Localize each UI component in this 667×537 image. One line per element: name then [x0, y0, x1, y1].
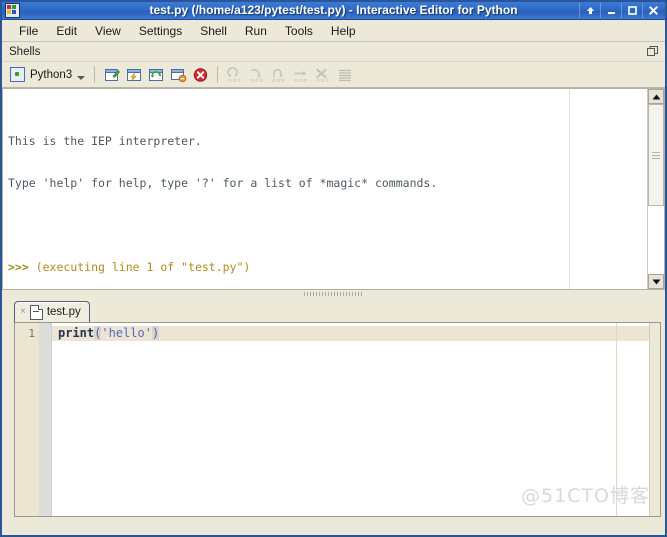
shell-line: This is the IEP interpreter.: [8, 134, 647, 148]
shells-dock: Shells Python3 This is the IEP interpret…: [2, 42, 665, 290]
menu-run[interactable]: Run: [236, 22, 276, 40]
menu-view[interactable]: View: [86, 22, 130, 40]
shell-line: >>> (executing line 1 of "test.py"): [8, 260, 647, 274]
editor-tab-bar: × test.py: [2, 300, 665, 322]
title-bar[interactable]: test.py (/home/a123/pytest/test.py) - In…: [2, 2, 665, 20]
debug-stop-button: [290, 64, 312, 86]
python-shell-icon: [10, 67, 25, 82]
shell-line-text: Type 'help' for help, type '?' for a lis…: [8, 176, 438, 190]
editor-tab-label: test.py: [46, 306, 81, 318]
shell-output-area: This is the IEP interpreter. Type 'help'…: [2, 88, 665, 290]
shell-line-text: (executing line 1 of "test.py"): [35, 260, 251, 274]
editor-right-margin: [649, 323, 660, 516]
window-title: test.py (/home/a123/pytest/test.py) - In…: [149, 3, 518, 17]
close-icon[interactable]: ×: [20, 307, 26, 317]
restart-shell-button[interactable]: [145, 64, 167, 86]
token-close-paren: ): [151, 326, 160, 340]
shell-line-blank: [8, 218, 647, 232]
splitter-grip: [303, 292, 364, 296]
shell-text[interactable]: This is the IEP interpreter. Type 'help'…: [3, 89, 647, 289]
shell-margin-guide: [569, 89, 570, 289]
undock-icon[interactable]: [645, 45, 659, 59]
menu-help[interactable]: Help: [322, 22, 365, 40]
menu-edit[interactable]: Edit: [47, 22, 86, 40]
token-string: 'hello': [101, 326, 152, 340]
shell-toolbar: Python3: [2, 62, 665, 88]
editor-tab-test-py[interactable]: × test.py: [14, 301, 90, 322]
shells-dock-header: Shells: [2, 42, 665, 62]
chevron-down-icon[interactable]: [77, 75, 86, 80]
code-line-1: print('hello'): [52, 323, 649, 341]
stop-button[interactable]: [189, 64, 211, 86]
shell-selector[interactable]: Python3: [7, 66, 88, 83]
editor-gutter: 1: [15, 323, 52, 516]
scroll-down-arrow[interactable]: [648, 274, 664, 289]
debug-step-over-button: [246, 64, 268, 86]
shell-line: Type 'help' for help, type '?' for a lis…: [8, 176, 647, 190]
code-area[interactable]: print('hello'): [52, 323, 649, 516]
app-icon: [5, 3, 20, 18]
shell-prompt: >>>: [8, 260, 36, 274]
run-file-button[interactable]: [101, 64, 123, 86]
menu-bar: File Edit View Settings Shell Run Tools …: [2, 20, 665, 42]
debug-continue-button: [224, 64, 246, 86]
shells-dock-title: Shells: [9, 45, 41, 58]
shade-button[interactable]: [579, 3, 600, 18]
menu-tools[interactable]: Tools: [276, 22, 322, 40]
close-button[interactable]: [642, 3, 663, 18]
shell-scrollbar[interactable]: [647, 89, 664, 289]
application-window: test.py (/home/a123/pytest/test.py) - In…: [0, 0, 667, 537]
menu-settings[interactable]: Settings: [130, 22, 191, 40]
shell-scrollbar-track[interactable]: [648, 104, 664, 274]
toolbar-separator-1: [94, 66, 96, 83]
shell-selector-label: Python3: [30, 68, 73, 81]
menu-file[interactable]: File: [10, 22, 47, 40]
minimize-button[interactable]: [600, 3, 621, 18]
scrollbar-grip-icon: [652, 150, 660, 161]
file-icon: [29, 304, 43, 320]
window-controls: [579, 2, 665, 19]
editor-dock: × test.py 1 print('hello') @51CTO博客: [2, 298, 665, 517]
code-editor: 1 print('hello') @51CTO博客: [14, 322, 661, 517]
scroll-up-arrow[interactable]: [648, 89, 664, 104]
maximize-button[interactable]: [621, 3, 642, 18]
shell-line-text: This is the IEP interpreter.: [8, 134, 202, 148]
close-shell-button[interactable]: [167, 64, 189, 86]
debug-step-into-button: [268, 64, 290, 86]
line-number: 1: [15, 323, 39, 516]
menu-shell[interactable]: Shell: [191, 22, 236, 40]
toolbar-separator-2: [217, 66, 219, 83]
shell-scrollbar-thumb[interactable]: [648, 104, 664, 206]
breakpoint-column[interactable]: [39, 323, 52, 516]
code-margin-guide: [616, 323, 617, 516]
dock-splitter[interactable]: [2, 290, 665, 298]
token-keyword: print: [58, 326, 95, 340]
debug-stack-button: [312, 64, 334, 86]
run-file-as-script-button[interactable]: [123, 64, 145, 86]
debug-stack-list-button: [334, 64, 356, 86]
